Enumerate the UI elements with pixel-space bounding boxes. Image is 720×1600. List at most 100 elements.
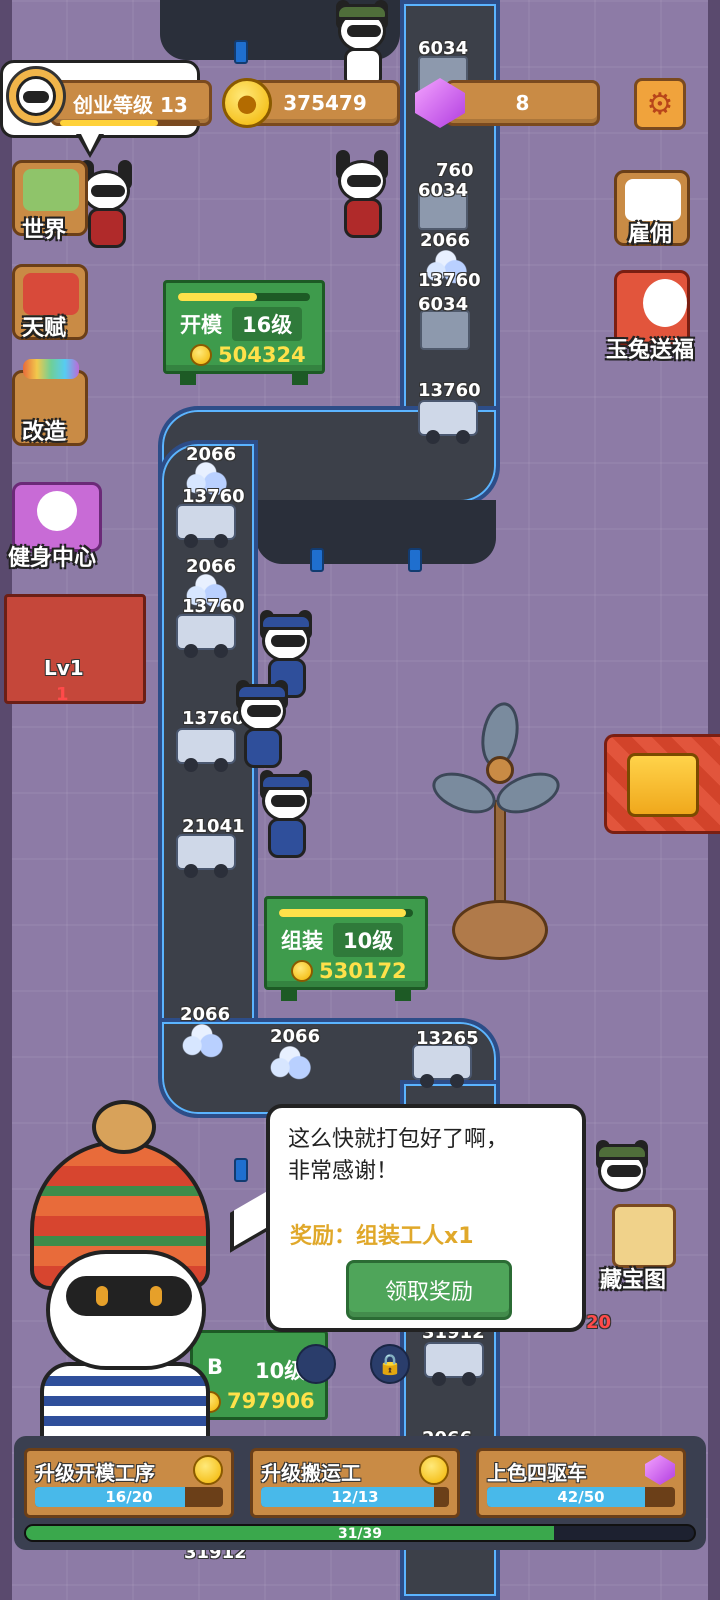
lock-icon[interactable]: 🔒 (370, 1344, 410, 1384)
item-count: 13265 (416, 1028, 479, 1049)
item-count: 20 (586, 1312, 612, 1333)
car-preview-button[interactable] (296, 1344, 336, 1384)
station-cost: 797906 (227, 1389, 315, 1413)
mold-station-panel[interactable]: 开模 16级 504324 (163, 280, 325, 385)
belt-cross-shadow (256, 500, 496, 564)
coin-icon (193, 1455, 223, 1485)
upgrade-card[interactable]: 上色四驱车 42/50 (476, 1448, 686, 1518)
fan-icon (426, 699, 566, 830)
gem-icon (645, 1455, 675, 1485)
chest-icon (627, 753, 699, 817)
avatar[interactable] (6, 66, 66, 126)
level-label: 创业等级 13 (73, 92, 188, 117)
rail-post (310, 548, 324, 572)
item-count: 2066 (180, 1004, 231, 1025)
porter-bunny[interactable] (254, 770, 318, 860)
coin-icon (190, 344, 212, 366)
total-progress: 31/39 (24, 1524, 696, 1542)
upgrade-card[interactable]: 升级搬运工 12/13 (250, 1448, 460, 1518)
hire-label: 雇佣 (628, 222, 673, 247)
upgrade-progress-text: 42/50 (557, 1488, 605, 1506)
upgrade-card[interactable]: 升级开模工序 16/20 (24, 1448, 234, 1518)
cart-item (176, 504, 236, 548)
bubble-tail-fill (80, 132, 100, 152)
map-icon (23, 169, 79, 211)
fitness-booth[interactable] (4, 594, 146, 704)
item-count: 2066 (186, 444, 237, 465)
mold-item (420, 310, 470, 350)
item-count: 6034 (418, 294, 469, 315)
item-count: 13760 (418, 270, 481, 291)
remodel-label: 改造 (22, 420, 67, 445)
upgrade-progress: 42/50 (487, 1487, 675, 1507)
cart-item (418, 400, 478, 444)
mold-station-progress (178, 293, 310, 301)
claim-reward-button[interactable]: 领取奖励 (346, 1260, 512, 1320)
upgrade-progress-text: 16/20 (105, 1488, 153, 1506)
porter-bunny[interactable] (230, 680, 294, 770)
coin-counter: 375479 (250, 80, 400, 126)
item-count: 6034 (418, 38, 469, 59)
station-name: 开模 (180, 313, 222, 337)
treasure-map-icon[interactable] (612, 1204, 676, 1268)
coin-icon (291, 960, 313, 982)
assembly-station-progress-fill (279, 909, 407, 917)
upgrade-progress-text: 12/13 (331, 1488, 379, 1506)
booth-level: Lv1 (44, 656, 84, 680)
coin-icon (419, 1455, 449, 1485)
item-count: 21041 (182, 816, 245, 837)
dumbbell-icon (37, 491, 77, 531)
cart-item (412, 1044, 472, 1088)
dialog-line-2: 非常感谢！ (288, 1159, 399, 1184)
world-label: 世界 (22, 218, 67, 243)
item-count: 2066 (270, 1026, 321, 1047)
treasure-chest-button[interactable] (604, 734, 720, 834)
level-progress (60, 120, 200, 126)
item-count: 13760 (182, 596, 245, 617)
upgrade-progress: 16/20 (35, 1487, 223, 1507)
fan-base (452, 900, 548, 960)
cart-item (176, 834, 236, 878)
bunnies-icon (625, 179, 681, 221)
item-count: 13760 (418, 380, 481, 401)
level-progress-fill (60, 120, 158, 126)
station-level: 16级 (232, 307, 303, 341)
bunny-face-icon (23, 273, 79, 315)
customer-character (0, 1100, 240, 1450)
settings-gear-icon[interactable]: ⚙ (634, 78, 686, 130)
item-count: 6034 (418, 180, 469, 201)
talent-label: 天赋 (22, 316, 67, 341)
assembly-station-panel[interactable]: 组装 10级 530172 (264, 896, 428, 1001)
item-count: 13760 (182, 486, 245, 507)
worker-bunny[interactable] (330, 0, 394, 90)
rabbit-icon (643, 279, 687, 327)
coin-icon: ● (222, 78, 272, 128)
mold-station-progress-fill (178, 293, 258, 301)
gem-amount: 8 (515, 91, 530, 115)
cart-item (176, 614, 236, 658)
cart-item (176, 728, 236, 772)
item-count: 760 (436, 160, 474, 181)
crystal-pile (264, 1046, 318, 1082)
station-cost: 504324 (218, 343, 306, 367)
gem-counter[interactable]: 8 (445, 80, 600, 126)
station-cost: 530172 (319, 959, 407, 983)
worker-bunny[interactable] (330, 150, 394, 240)
rail-post (408, 548, 422, 572)
upgrade-label: 上色四驱车 (487, 1461, 587, 1485)
crystal-pile (176, 1024, 230, 1060)
dialog-line-1: 这么快就打包好了啊， (288, 1127, 509, 1152)
reward-dialog: 这么快就打包好了啊， 非常感谢！ 奖励：组装工人x1 领取奖励 (266, 1104, 586, 1332)
station-level: 10级 (333, 923, 404, 957)
reward-text: 奖励：组装工人x1 (290, 1224, 474, 1249)
gym-label: 健身中心 (8, 546, 97, 571)
treasure-map-label: 藏宝图 (600, 1268, 667, 1293)
total-progress-text: 31/39 (337, 1526, 383, 1542)
upgrade-progress: 12/13 (261, 1487, 449, 1507)
cart-item (424, 1342, 484, 1386)
assembly-station-progress (279, 909, 413, 917)
rail-post (234, 40, 248, 64)
coin-amount: 375479 (283, 91, 367, 115)
paint-roller-icon (23, 359, 79, 379)
item-count: 2066 (186, 556, 237, 577)
